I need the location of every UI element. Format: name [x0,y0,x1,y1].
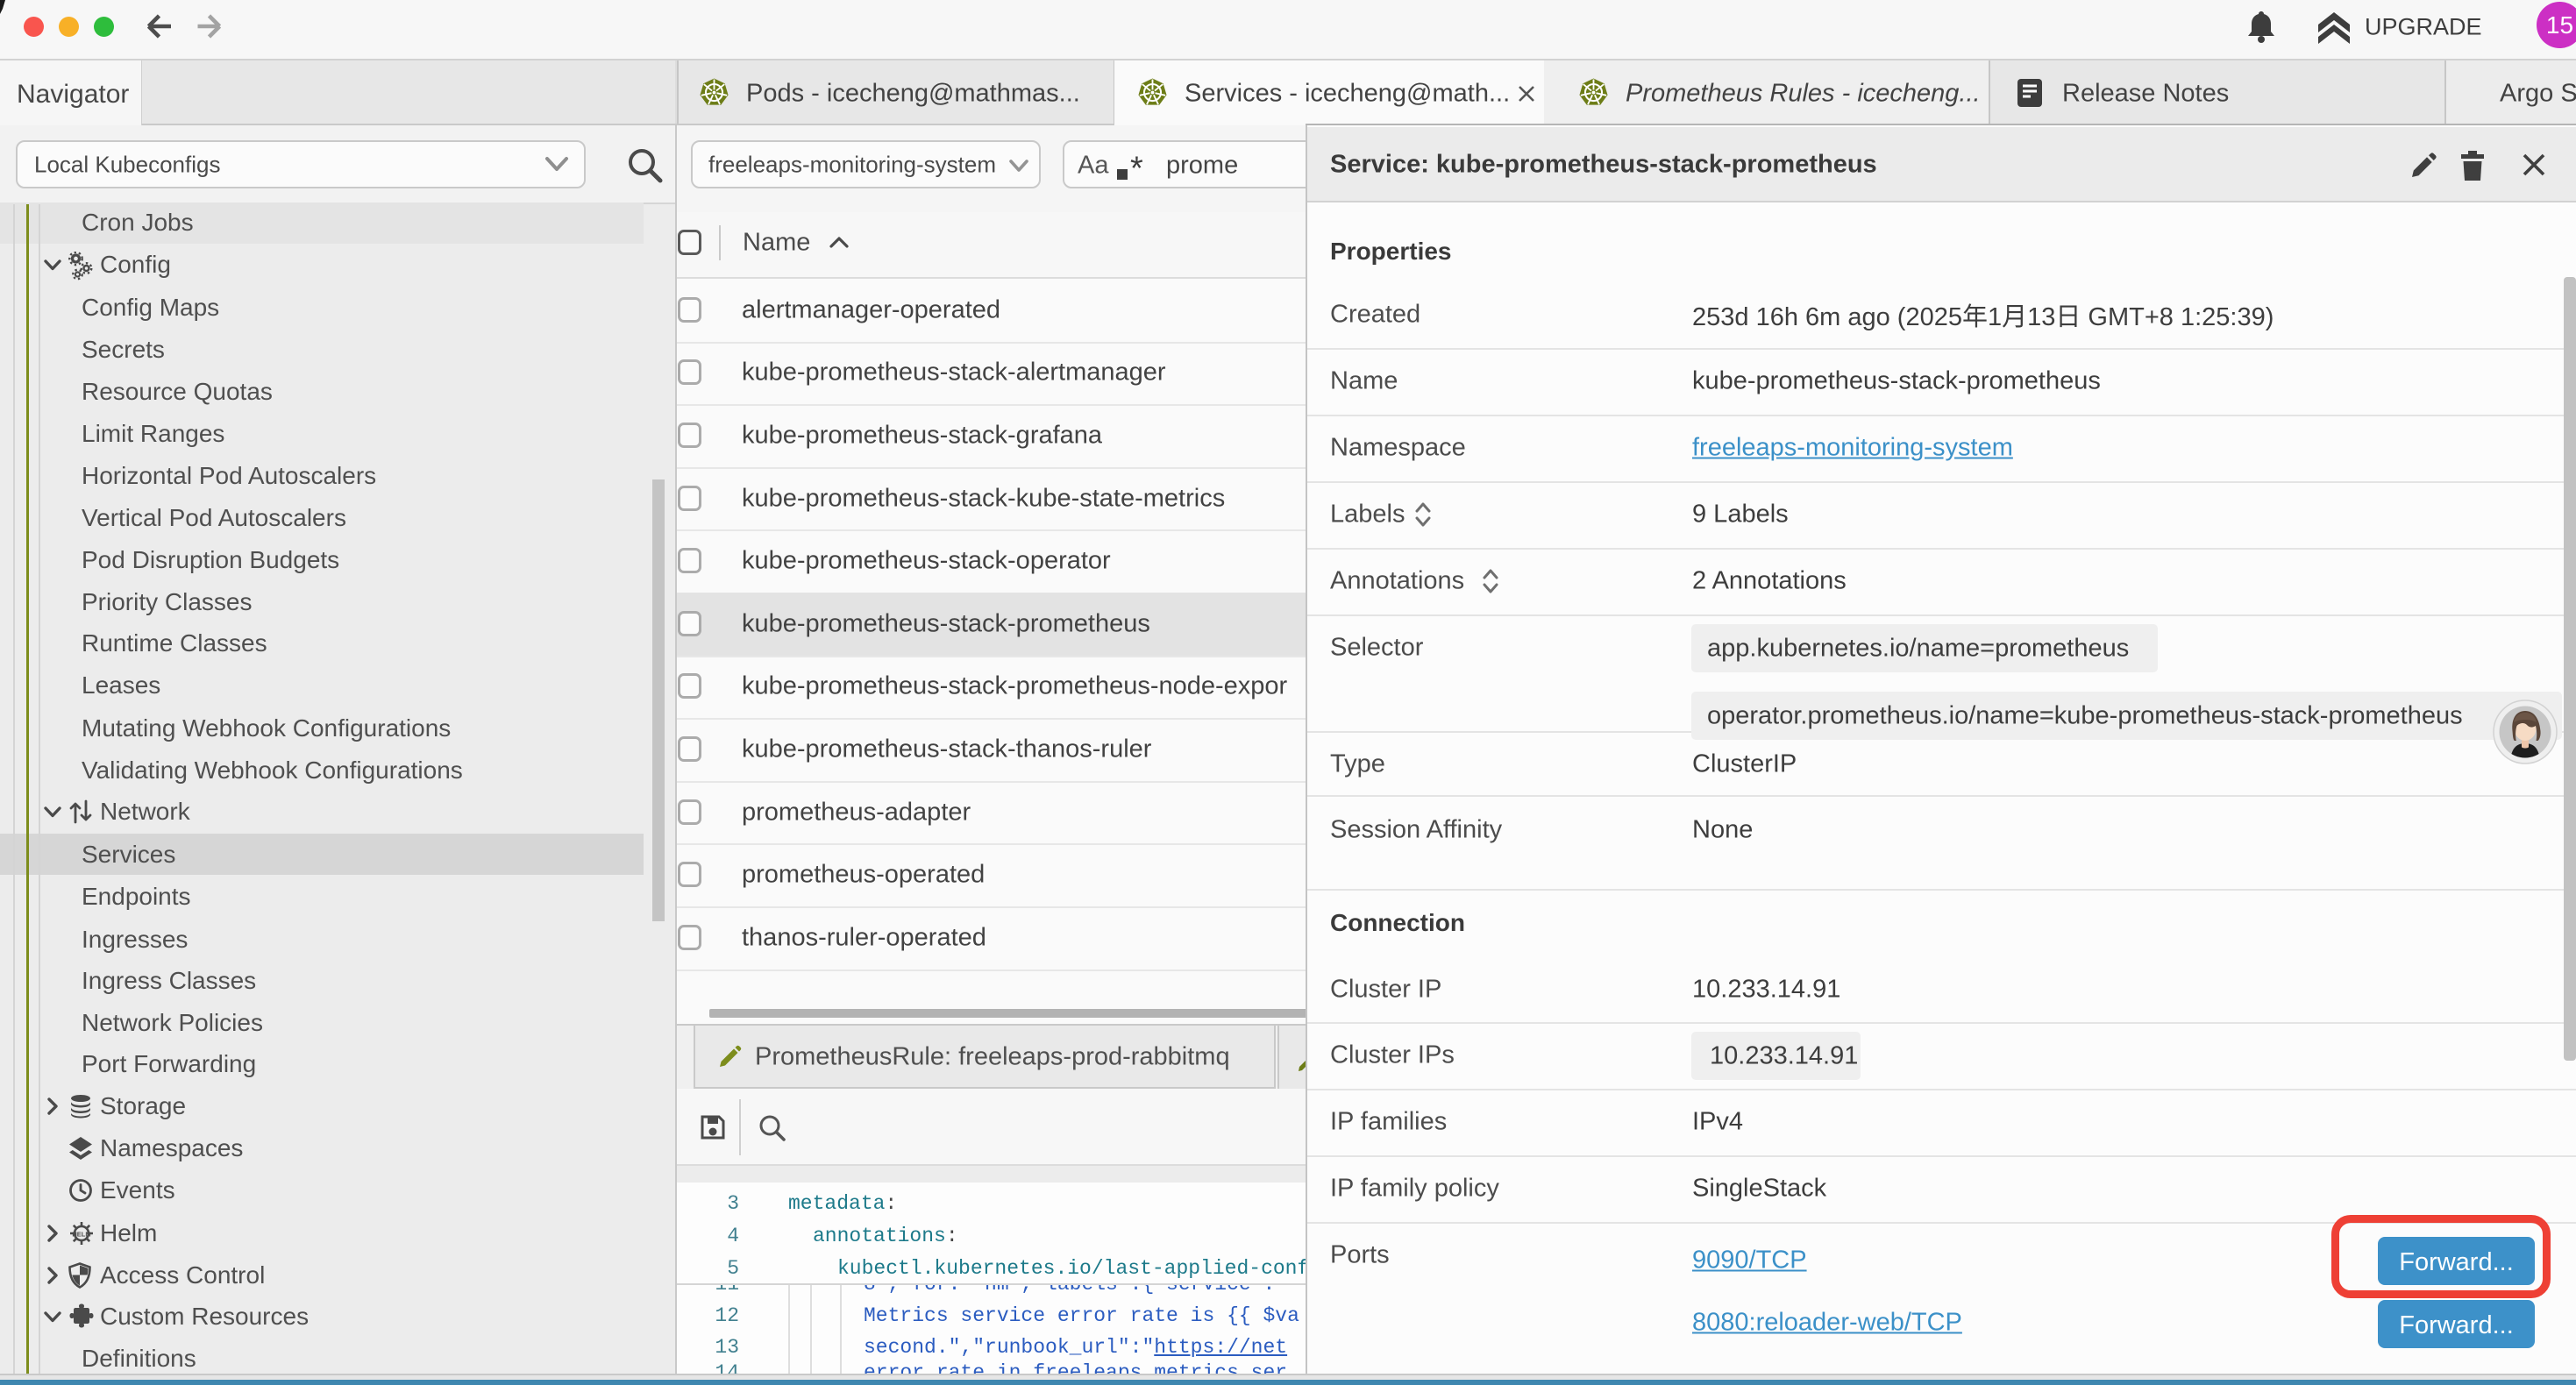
svg-text:HELM: HELM [72,1231,90,1239]
